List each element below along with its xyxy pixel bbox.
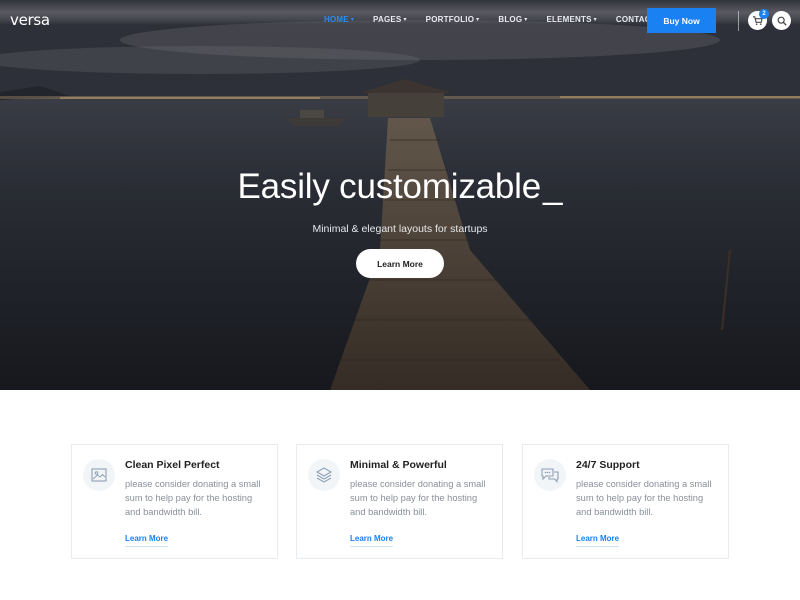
top-navigation: versa HOME ▾ PAGES ▾ PORTFOLIO ▾ BLOG ▾ … <box>0 0 800 42</box>
search-icon <box>777 16 787 26</box>
nav-item-blog[interactable]: BLOG ▾ <box>498 15 527 24</box>
feature-icon-wrapper <box>83 459 115 491</box>
chevron-down-icon: ▾ <box>524 17 528 23</box>
nav-item-label: BLOG <box>498 15 523 24</box>
feature-title: Minimal & Powerful <box>350 459 447 471</box>
chevron-down-icon: ▾ <box>593 17 597 23</box>
headline-text: Easily customizable <box>237 167 542 206</box>
chevron-down-icon: ▾ <box>403 17 407 23</box>
feature-learn-more-link[interactable]: Learn More <box>125 534 169 547</box>
chat-icon <box>541 468 559 483</box>
feature-title: Clean Pixel Perfect <box>125 459 220 471</box>
buy-now-button[interactable]: Buy Now <box>647 8 716 33</box>
search-button[interactable] <box>772 11 791 30</box>
feature-learn-more-link[interactable]: Learn More <box>350 534 394 547</box>
main-menu: HOME ▾ PAGES ▾ PORTFOLIO ▾ BLOG ▾ ELEMEN… <box>318 15 680 24</box>
nav-item-elements[interactable]: ELEMENTS ▾ <box>547 15 597 24</box>
nav-item-label: ELEMENTS <box>546 15 592 24</box>
learn-more-button[interactable]: Learn More <box>356 249 444 278</box>
layers-icon <box>315 467 333 483</box>
nav-item-pages[interactable]: PAGES ▾ <box>373 15 407 24</box>
feature-title: 24/7 Support <box>576 459 640 471</box>
feature-description: please consider donating a small sum to … <box>350 479 486 517</box>
feature-description: please consider donating a small sum to … <box>125 479 261 517</box>
feature-card-support: 24/7 Support please consider donating a … <box>522 444 729 559</box>
hero-headline: Easily customizable_ <box>0 166 800 208</box>
nav-item-home[interactable]: HOME ▾ <box>324 15 354 24</box>
nav-item-label: PAGES <box>373 15 402 24</box>
cart-count-badge: 2 <box>759 9 769 19</box>
feature-description: please consider donating a small sum to … <box>576 479 712 517</box>
feature-icon-wrapper <box>534 459 566 491</box>
nav-item-portfolio[interactable]: PORTFOLIO ▾ <box>426 15 480 24</box>
feature-learn-more-link[interactable]: Learn More <box>576 534 620 547</box>
nav-divider <box>738 11 739 31</box>
nav-item-label: PORTFOLIO <box>425 15 475 24</box>
nav-item-label: HOME <box>324 15 349 24</box>
feature-icon-wrapper <box>308 459 340 491</box>
feature-card-pixel-perfect: Clean Pixel Perfect please consider dona… <box>71 444 278 559</box>
chevron-down-icon: ▾ <box>476 17 480 23</box>
brand-logo[interactable]: versa <box>10 11 50 29</box>
feature-card-minimal-powerful: Minimal & Powerful please consider donat… <box>296 444 503 559</box>
typing-cursor: _ <box>543 167 563 206</box>
chevron-down-icon: ▾ <box>350 17 355 23</box>
image-icon <box>91 468 107 482</box>
hero-subheadline: Minimal & elegant layouts for startups <box>312 223 488 235</box>
